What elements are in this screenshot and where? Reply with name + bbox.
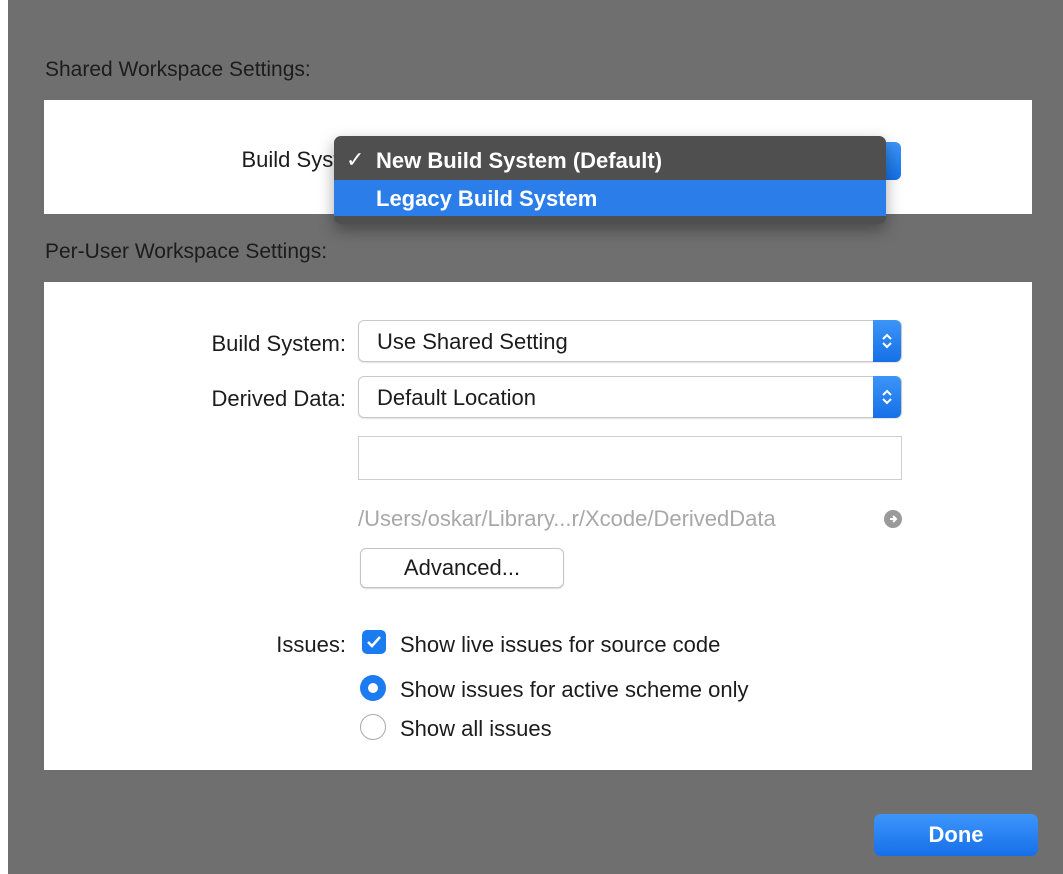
menu-item-legacy-build-system[interactable]: Legacy Build System — [334, 180, 886, 216]
up-down-chevron-icon — [873, 320, 901, 362]
derived-data-popup[interactable]: Default Location — [358, 376, 902, 418]
advanced-button[interactable]: Advanced... — [360, 548, 564, 588]
menu-item-new-build-system[interactable]: ✓ New Build System (Default) — [334, 142, 886, 178]
build-system-menu[interactable]: ✓ New Build System (Default) Legacy Buil… — [334, 136, 886, 224]
derived-data-custom-path-field[interactable] — [358, 436, 902, 480]
derived-data-resolved-path: /Users/oskar/Library...r/Xcode/DerivedDa… — [358, 506, 776, 531]
all-issues-label[interactable]: Show all issues — [400, 716, 552, 742]
workspace-settings-sheet: Shared Workspace Settings: Build System:… — [8, 0, 1063, 874]
menu-item-label: Legacy Build System — [376, 186, 598, 211]
arrow-circle-right-icon[interactable] — [884, 510, 902, 528]
build-system-popup[interactable]: Use Shared Setting — [358, 320, 902, 362]
checkmark-icon: ✓ — [346, 147, 365, 172]
menu-item-label: New Build System (Default) — [376, 148, 663, 173]
checkmark-icon — [367, 636, 381, 648]
up-down-chevron-icon — [873, 376, 901, 418]
build-system-label: Build System: — [211, 331, 347, 356]
shared-settings-title: Shared Workspace Settings: — [45, 58, 311, 81]
all-issues-radio[interactable] — [360, 714, 386, 740]
done-button[interactable]: Done — [874, 814, 1038, 856]
derived-data-label: Derived Data: — [211, 386, 346, 411]
live-issues-checkbox[interactable] — [362, 630, 386, 654]
derived-data-value: Default Location — [377, 385, 536, 410]
live-issues-label[interactable]: Show live issues for source code — [400, 632, 720, 658]
per-user-settings-title: Per-User Workspace Settings: — [45, 240, 328, 263]
per-user-settings-panel: Build System: Use Shared Setting Derived… — [44, 282, 1032, 770]
active-scheme-radio[interactable] — [360, 675, 386, 701]
issues-label: Issues: — [276, 632, 346, 657]
build-system-value: Use Shared Setting — [377, 329, 568, 354]
active-scheme-label[interactable]: Show issues for active scheme only — [400, 677, 749, 703]
